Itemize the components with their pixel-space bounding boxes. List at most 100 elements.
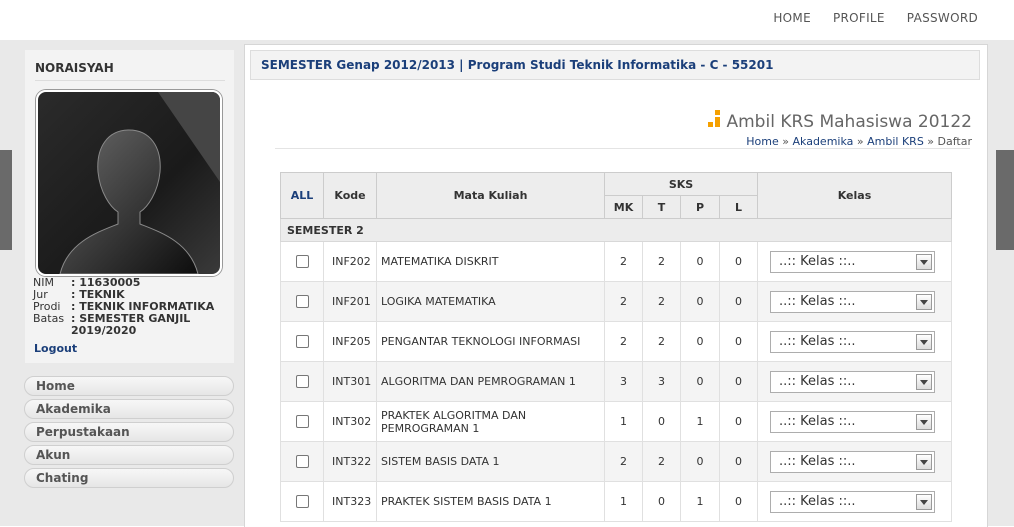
table-row: INF202 MATEMATIKA DISKRIT 2 2 0 0 ..:: K… bbox=[280, 241, 952, 282]
row-checkbox[interactable] bbox=[295, 455, 309, 469]
select-all-link[interactable]: ALL bbox=[291, 189, 314, 202]
sks-t: 2 bbox=[642, 321, 681, 362]
sks-l: 0 bbox=[719, 441, 758, 482]
profile-panel: NORAISYAH NIM : 11630005 Jur : TEKNIK Pr… bbox=[25, 50, 234, 363]
info-row-nim: NIM : 11630005 bbox=[33, 276, 141, 289]
course-code: INT301 bbox=[323, 361, 377, 402]
sks-l: 0 bbox=[719, 321, 758, 362]
kelas-select[interactable]: ..:: Kelas ::.. bbox=[770, 490, 935, 513]
page-title: Ambil KRS Mahasiswa 20122 bbox=[708, 110, 972, 132]
chevron-down-icon[interactable] bbox=[916, 413, 932, 430]
semester-bar: SEMESTER Genap 2012/2013 | Program Studi… bbox=[250, 50, 980, 80]
profile-info: NIM : 11630005 Jur : TEKNIK Prodi : TEKN… bbox=[33, 277, 221, 337]
header-mata-kuliah: Mata Kuliah bbox=[376, 172, 605, 219]
title-squares-icon bbox=[708, 110, 721, 127]
sks-p: 0 bbox=[680, 441, 720, 482]
nav-profile-link[interactable]: PROFILE bbox=[833, 11, 885, 25]
header-sks-p: P bbox=[680, 195, 720, 219]
left-edge-band bbox=[0, 150, 12, 250]
sidebar-item-akun[interactable]: Akun bbox=[24, 445, 234, 465]
nav-home-link[interactable]: HOME bbox=[773, 11, 811, 25]
table-row: INT322 SISTEM BASIS DATA 1 2 2 0 0 ..:: … bbox=[280, 441, 952, 482]
header-kode: Kode bbox=[323, 172, 377, 219]
table-row: INF201 LOGIKA MATEMATIKA 2 2 0 0 ..:: Ke… bbox=[280, 281, 952, 322]
chevron-down-icon[interactable] bbox=[916, 333, 932, 350]
kelas-select[interactable]: ..:: Kelas ::.. bbox=[770, 410, 935, 433]
sidebar-item-chating[interactable]: Chating bbox=[24, 468, 234, 488]
sks-l: 0 bbox=[719, 361, 758, 402]
sks-mk: 1 bbox=[604, 481, 643, 522]
chevron-down-icon[interactable] bbox=[916, 293, 932, 310]
course-name: ALGORITMA DAN PEMROGRAMAN 1 bbox=[376, 361, 605, 402]
breadcrumb-ambil-krs-link[interactable]: Ambil KRS bbox=[867, 135, 924, 148]
kelas-select[interactable]: ..:: Kelas ::.. bbox=[770, 450, 935, 473]
sks-p: 1 bbox=[680, 401, 720, 442]
sks-l: 0 bbox=[719, 481, 758, 522]
row-checkbox[interactable] bbox=[295, 255, 309, 269]
chevron-down-icon[interactable] bbox=[916, 493, 932, 510]
sks-mk: 3 bbox=[604, 361, 643, 402]
avatar bbox=[36, 90, 222, 276]
kelas-select[interactable]: ..:: Kelas ::.. bbox=[770, 290, 935, 313]
course-code: INF202 bbox=[323, 241, 377, 282]
sidebar-item-akademika[interactable]: Akademika bbox=[24, 399, 234, 419]
sks-l: 0 bbox=[719, 281, 758, 322]
chevron-down-icon[interactable] bbox=[916, 373, 932, 390]
course-code: INF201 bbox=[323, 281, 377, 322]
row-checkbox[interactable] bbox=[295, 495, 309, 509]
course-name: PENGANTAR TEKNOLOGI INFORMASI bbox=[376, 321, 605, 362]
header-sks: SKS bbox=[604, 172, 758, 196]
nav-password-link[interactable]: PASSWORD bbox=[907, 11, 978, 25]
sks-p: 0 bbox=[680, 361, 720, 402]
header-sks-t: T bbox=[642, 195, 681, 219]
sks-t: 2 bbox=[642, 281, 681, 322]
sks-l: 0 bbox=[719, 241, 758, 282]
table-row: INT301 ALGORITMA DAN PEMROGRAMAN 1 3 3 0… bbox=[280, 361, 952, 402]
breadcrumb-home-link[interactable]: Home bbox=[746, 135, 778, 148]
row-checkbox[interactable] bbox=[295, 375, 309, 389]
row-checkbox[interactable] bbox=[295, 335, 309, 349]
sidebar-menu: Home Akademika Perpustakaan Akun Chating bbox=[24, 376, 234, 491]
sks-mk: 2 bbox=[604, 241, 643, 282]
sks-t: 0 bbox=[642, 481, 681, 522]
course-code: INT302 bbox=[323, 401, 377, 442]
row-checkbox[interactable] bbox=[295, 415, 309, 429]
sks-mk: 2 bbox=[604, 321, 643, 362]
sks-mk: 2 bbox=[604, 441, 643, 482]
breadcrumb-current: Daftar bbox=[937, 135, 972, 148]
breadcrumb-akademika-link[interactable]: Akademika bbox=[793, 135, 854, 148]
profile-name: NORAISYAH bbox=[35, 61, 114, 75]
kelas-select[interactable]: ..:: Kelas ::.. bbox=[770, 330, 935, 353]
breadcrumb: Home » Akademika » Ambil KRS » Daftar bbox=[746, 135, 972, 148]
info-row-batas: Batas : SEMESTER GANJIL 2019/2020 bbox=[33, 312, 191, 337]
course-name: PRAKTEK SISTEM BASIS DATA 1 bbox=[376, 481, 605, 522]
sks-mk: 2 bbox=[604, 281, 643, 322]
course-name: MATEMATIKA DISKRIT bbox=[376, 241, 605, 282]
table-row: INT302 PRAKTEK ALGORITMA DAN PEMROGRAMAN… bbox=[280, 401, 952, 442]
chevron-down-icon[interactable] bbox=[916, 253, 932, 270]
sks-t: 0 bbox=[642, 401, 681, 442]
table-row: INT323 PRAKTEK SISTEM BASIS DATA 1 1 0 1… bbox=[280, 481, 952, 522]
sks-l: 0 bbox=[719, 401, 758, 442]
krs-table: ALL Kode Mata Kuliah SKS Kelas MK T P L … bbox=[280, 172, 952, 522]
krs-table-wrapper: ALL Kode Mata Kuliah SKS Kelas MK T P L … bbox=[280, 172, 952, 522]
chevron-down-icon[interactable] bbox=[916, 453, 932, 470]
header-all[interactable]: ALL bbox=[280, 172, 324, 219]
row-checkbox[interactable] bbox=[295, 295, 309, 309]
semester-label: SEMESTER 2 bbox=[280, 218, 952, 242]
logout-link[interactable]: Logout bbox=[34, 342, 77, 355]
title-divider bbox=[275, 148, 970, 149]
header-sks-l: L bbox=[719, 195, 758, 219]
sidebar-item-perpustakaan[interactable]: Perpustakaan bbox=[24, 422, 234, 442]
sks-mk: 1 bbox=[604, 401, 643, 442]
course-code: INT322 bbox=[323, 441, 377, 482]
sks-p: 0 bbox=[680, 241, 720, 282]
top-navigation: HOME PROFILE PASSWORD bbox=[773, 11, 978, 25]
sks-t: 2 bbox=[642, 241, 681, 282]
kelas-select[interactable]: ..:: Kelas ::.. bbox=[770, 250, 935, 273]
semester-group-row: SEMESTER 2 bbox=[280, 218, 952, 242]
semester-text: SEMESTER Genap 2012/2013 | Program Studi… bbox=[261, 58, 774, 72]
sidebar-item-home[interactable]: Home bbox=[24, 376, 234, 396]
kelas-select[interactable]: ..:: Kelas ::.. bbox=[770, 370, 935, 393]
main-panel: SEMESTER Genap 2012/2013 | Program Studi… bbox=[244, 44, 988, 527]
